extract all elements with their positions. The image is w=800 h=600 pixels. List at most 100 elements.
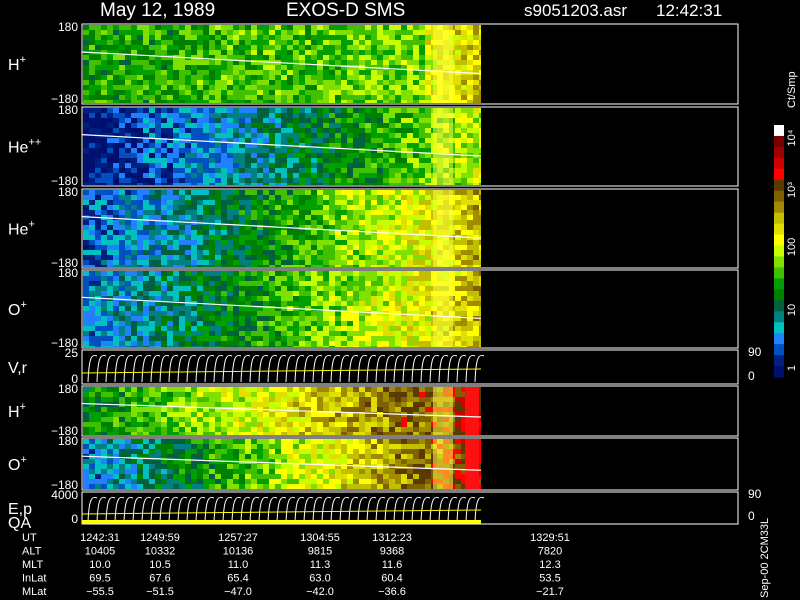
heatmap-cell	[143, 178, 149, 183]
heatmap-cell	[161, 255, 167, 260]
heatmap-cell	[227, 205, 233, 210]
heatmap-cell	[329, 70, 335, 75]
heatmap-cell	[425, 306, 431, 311]
heatmap-cell	[137, 118, 143, 123]
heatmap-cells	[83, 25, 481, 103]
heatmap-cell	[317, 240, 323, 245]
heatmap-cell	[233, 412, 239, 417]
heatmap-cell	[155, 178, 161, 183]
heatmap-cell	[455, 163, 461, 168]
heatmap-cell	[365, 235, 371, 240]
heatmap-cell	[203, 128, 209, 133]
heatmap-cell	[305, 306, 311, 311]
heatmap-cell	[413, 402, 419, 407]
heatmap-cell	[455, 260, 461, 265]
heatmap-cell	[155, 158, 161, 163]
heatmap-cell	[419, 75, 425, 80]
heatmap-cell	[383, 316, 389, 321]
heatmap-cell	[245, 205, 251, 210]
heatmap-cell	[293, 148, 299, 153]
heatmap-cell	[227, 346, 233, 347]
heatmap-cell	[281, 113, 287, 118]
heatmap-cell	[347, 286, 353, 291]
heatmap-cell	[377, 118, 383, 123]
heatmap-cell	[341, 271, 347, 276]
heatmap-cell	[299, 296, 305, 301]
heatmap-cell	[395, 250, 401, 255]
heatmap-cell	[257, 260, 263, 265]
heatmap-cell	[149, 265, 155, 267]
heatmap-cell	[227, 336, 233, 341]
heatmap-cell	[329, 153, 335, 158]
heatmap-cell	[149, 432, 155, 435]
heatmap-cell	[227, 123, 233, 128]
heatmap-cell	[95, 245, 101, 250]
heatmap-cell	[383, 291, 389, 296]
heatmap-cell	[335, 70, 341, 75]
heatmap-cell	[107, 250, 113, 255]
heatmap-cell	[257, 118, 263, 123]
heatmap-cell	[413, 108, 419, 113]
heatmap-cell	[215, 321, 221, 326]
heatmap-cell	[275, 40, 281, 45]
heatmap-cell	[245, 85, 251, 90]
heatmap-cell	[131, 291, 137, 296]
heatmap-cell	[419, 108, 425, 113]
heatmap-cell	[383, 417, 389, 422]
heatmap-cell	[155, 173, 161, 178]
heatmap-cell	[461, 341, 467, 346]
heatmap-cell	[245, 158, 251, 163]
heatmap-cell	[407, 326, 413, 331]
heatmap-cell	[269, 402, 275, 407]
heatmap-cell	[353, 336, 359, 341]
heatmap-cell	[215, 60, 221, 65]
heatmap-cell	[125, 417, 131, 422]
heatmap-cell	[347, 417, 353, 422]
heatmap-cell	[371, 173, 377, 178]
heatmap-cell	[395, 45, 401, 50]
heatmap-cell	[413, 40, 419, 45]
heatmap-cell	[185, 60, 191, 65]
heatmap-cell	[455, 301, 461, 306]
heatmap-cell	[365, 55, 371, 60]
heatmap-cell	[425, 95, 431, 100]
heatmap-cell	[461, 25, 467, 30]
heatmap-cell	[119, 158, 125, 163]
heatmap-cell	[179, 387, 185, 392]
heatmap-cell	[341, 178, 347, 183]
heatmap-cell	[281, 168, 287, 173]
heatmap-cell	[377, 225, 383, 230]
heatmap-cell	[101, 397, 107, 402]
heatmap-cell	[401, 306, 407, 311]
heatmap-cell	[455, 195, 461, 200]
heatmap-cell	[377, 245, 383, 250]
heatmap-cell	[365, 158, 371, 163]
heatmap-cell	[197, 70, 203, 75]
heatmap-cell	[359, 113, 365, 118]
heatmap-cell	[173, 432, 179, 435]
heatmap-cell	[173, 265, 179, 267]
heatmap-cell	[179, 123, 185, 128]
heatmap-cell	[161, 108, 167, 113]
heatmap-cell	[401, 402, 407, 407]
heatmap-cell	[191, 210, 197, 215]
heatmap-cell	[191, 118, 197, 123]
heatmap-cell	[293, 311, 299, 316]
heatmap-cell	[257, 168, 263, 173]
heatmap-cell	[125, 316, 131, 321]
heatmap-cell	[191, 311, 197, 316]
heatmap-cell	[287, 210, 293, 215]
heatmap-cell	[329, 100, 335, 103]
heatmap-cell	[245, 341, 251, 346]
heatmap-cell	[473, 306, 479, 311]
heatmap-cell	[167, 296, 173, 301]
heatmap-cell	[305, 341, 311, 346]
heatmap-cell	[185, 316, 191, 321]
heatmap-cell	[137, 230, 143, 235]
heatmap-cell	[149, 311, 155, 316]
heatmap-cell	[227, 173, 233, 178]
heatmap-cell	[473, 281, 479, 286]
heatmap-cell	[329, 250, 335, 255]
heatmap-cell	[101, 80, 107, 85]
heatmap-cell	[263, 286, 269, 291]
